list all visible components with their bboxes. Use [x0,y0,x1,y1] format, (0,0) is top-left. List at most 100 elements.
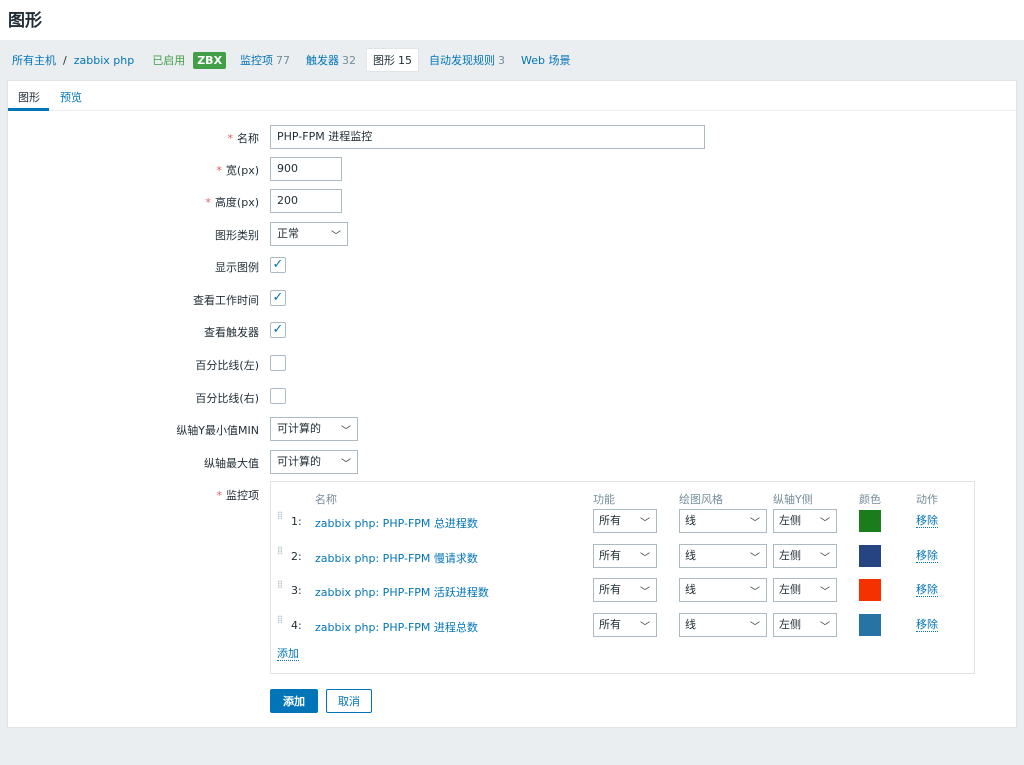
height-input[interactable]: 200 [270,189,342,213]
required-mark: * [216,164,222,177]
height-label: * 高度(px) [205,194,259,210]
item-name-link[interactable]: zabbix php: PHP-FPM 慢请求数 [315,550,478,566]
chevron-down-icon: ﹀ [750,553,760,564]
form-tabs: 图形 预览 [8,81,1016,111]
item-name-link[interactable]: zabbix php: PHP-FPM 活跃进程数 [315,584,489,600]
drag-handle-icon[interactable]: ⁞⁞ [277,510,283,521]
drag-handle-icon[interactable]: ⁞⁞ [277,614,283,625]
item-y-axis-value: 左侧 [779,583,801,596]
ymax-select[interactable]: 可计算的 ﹀ [270,450,358,474]
nav-discovery-rules[interactable]: 自动发现规则 3 [429,52,505,68]
width-input[interactable]: 900 [270,157,342,181]
name-label-text: 名称 [237,132,259,145]
item-draw-style-value: 线 [685,618,696,631]
item-function-value: 所有 [599,618,621,631]
drag-handle-icon[interactable]: ⁞⁞ [277,579,283,590]
item-color-swatch[interactable] [859,579,881,601]
add-button[interactable]: 添加 [270,689,318,713]
nav-web-scenarios[interactable]: Web 场景 [521,52,570,68]
nav-triggers-count: 32 [342,54,357,67]
nav-web-label: Web 场景 [521,54,571,67]
remove-item-link[interactable]: 移除 [916,514,938,528]
nav-graphs-count: 15 [398,54,413,67]
item-function-select[interactable]: 所有 ﹀ [593,509,657,533]
graph-form-panel: 图形 预览 * 名称 PHP-FPM 进程监控 * 宽(px) 900 * 高度(px… [7,80,1017,728]
page-title: 图形 [8,11,42,31]
breadcrumb-separator: / [63,53,67,67]
chevron-down-icon: ﹀ [750,518,760,529]
zbx-status-badge: ZBX [193,51,227,69]
col-header-action: 动作 [916,493,938,506]
active-tab-indicator [8,108,49,111]
breadcrumb: 所有主机 / zabbix php 已启用 ZBX 监控项 77 触发器 32 图形… [0,40,1024,80]
item-color-swatch[interactable] [859,614,881,636]
chevron-down-icon: ﹀ [640,553,650,564]
tab-preview[interactable]: 预览 [60,89,82,105]
chevron-down-icon: ﹀ [820,622,830,633]
ymin-label: 纵轴Y最小值MIN [176,424,259,437]
percentile-left-checkbox[interactable] [270,355,286,371]
item-function-value: 所有 [599,583,621,596]
percentile-right-label: 百分比线(右) [195,392,259,405]
percentile-right-checkbox[interactable] [270,388,286,404]
item-draw-style-value: 线 [685,549,696,562]
col-header-y-axis: 纵轴Y侧 [773,493,813,506]
nav-discovery-label: 自动发现规则 [429,54,496,67]
chevron-down-icon: ﹀ [820,553,830,564]
item-function-select[interactable]: 所有 ﹀ [593,544,657,568]
nav-triggers[interactable]: 触发器 32 [306,52,356,68]
item-name-link[interactable]: zabbix php: PHP-FPM 总进程数 [315,515,478,531]
item-y-axis-select[interactable]: 左侧 ﹀ [773,578,837,602]
ymin-select[interactable]: 可计算的 ﹀ [270,417,358,441]
graph-type-select[interactable]: 正常 ﹀ [270,222,348,246]
name-input[interactable]: PHP-FPM 进程监控 [270,125,705,149]
item-color-swatch[interactable] [859,510,881,532]
show-legend-checkbox[interactable]: ✓ [270,257,286,273]
item-number: 1: [291,515,302,528]
item-draw-style-select[interactable]: 线 ﹀ [679,544,767,568]
item-function-select[interactable]: 所有 ﹀ [593,578,657,602]
breadcrumb-host[interactable]: zabbix php [74,54,134,67]
col-header-color: 颜色 [859,493,881,506]
width-label: * 宽(px) [216,162,259,178]
chevron-down-icon: ﹀ [640,622,650,633]
percentile-left-label: 百分比线(左) [195,359,259,372]
remove-item-link[interactable]: 移除 [916,618,938,632]
item-draw-style-select[interactable]: 线 ﹀ [679,578,767,602]
item-y-axis-select[interactable]: 左侧 ﹀ [773,613,837,637]
graph-type-label: 图形类别 [215,229,259,242]
chevron-down-icon: ﹀ [820,587,830,598]
required-mark: * [205,196,211,209]
chevron-down-icon: ﹀ [331,231,341,242]
item-function-value: 所有 [599,549,621,562]
nav-graphs[interactable]: 图形 15 [366,48,420,72]
item-name-link[interactable]: zabbix php: PHP-FPM 进程总数 [315,619,478,635]
drag-handle-icon[interactable]: ⁞⁞ [277,545,283,556]
nav-items[interactable]: 监控项 77 [240,52,290,68]
table-row: ⁞⁞ 4: zabbix php: PHP-FPM 进程总数 所有 ﹀ 线 ﹀ 左侧… [271,611,974,645]
ymax-value: 可计算的 [277,455,321,468]
width-label-text: 宽(px) [225,164,259,177]
item-y-axis-select[interactable]: 左侧 ﹀ [773,509,837,533]
item-y-axis-select[interactable]: 左侧 ﹀ [773,544,837,568]
host-status-enabled[interactable]: 已启用 [152,52,185,68]
breadcrumb-all-hosts[interactable]: 所有主机 [12,52,56,68]
item-draw-style-value: 线 [685,514,696,527]
item-draw-style-select[interactable]: 线 ﹀ [679,613,767,637]
add-item-link[interactable]: 添加 [277,647,299,661]
item-function-select[interactable]: 所有 ﹀ [593,613,657,637]
remove-item-link[interactable]: 移除 [916,583,938,597]
chevron-down-icon: ﹀ [341,459,351,470]
item-y-axis-value: 左侧 [779,514,801,527]
item-function-value: 所有 [599,514,621,527]
show-triggers-checkbox[interactable]: ✓ [270,322,286,338]
show-working-time-label: 查看工作时间 [193,294,259,307]
show-working-time-checkbox[interactable]: ✓ [270,290,286,306]
tab-graph[interactable]: 图形 [18,89,40,105]
remove-item-link[interactable]: 移除 [916,549,938,563]
chevron-down-icon: ﹀ [820,518,830,529]
item-color-swatch[interactable] [859,545,881,567]
height-label-text: 高度(px) [214,196,259,209]
cancel-button[interactable]: 取消 [326,689,372,713]
item-draw-style-select[interactable]: 线 ﹀ [679,509,767,533]
